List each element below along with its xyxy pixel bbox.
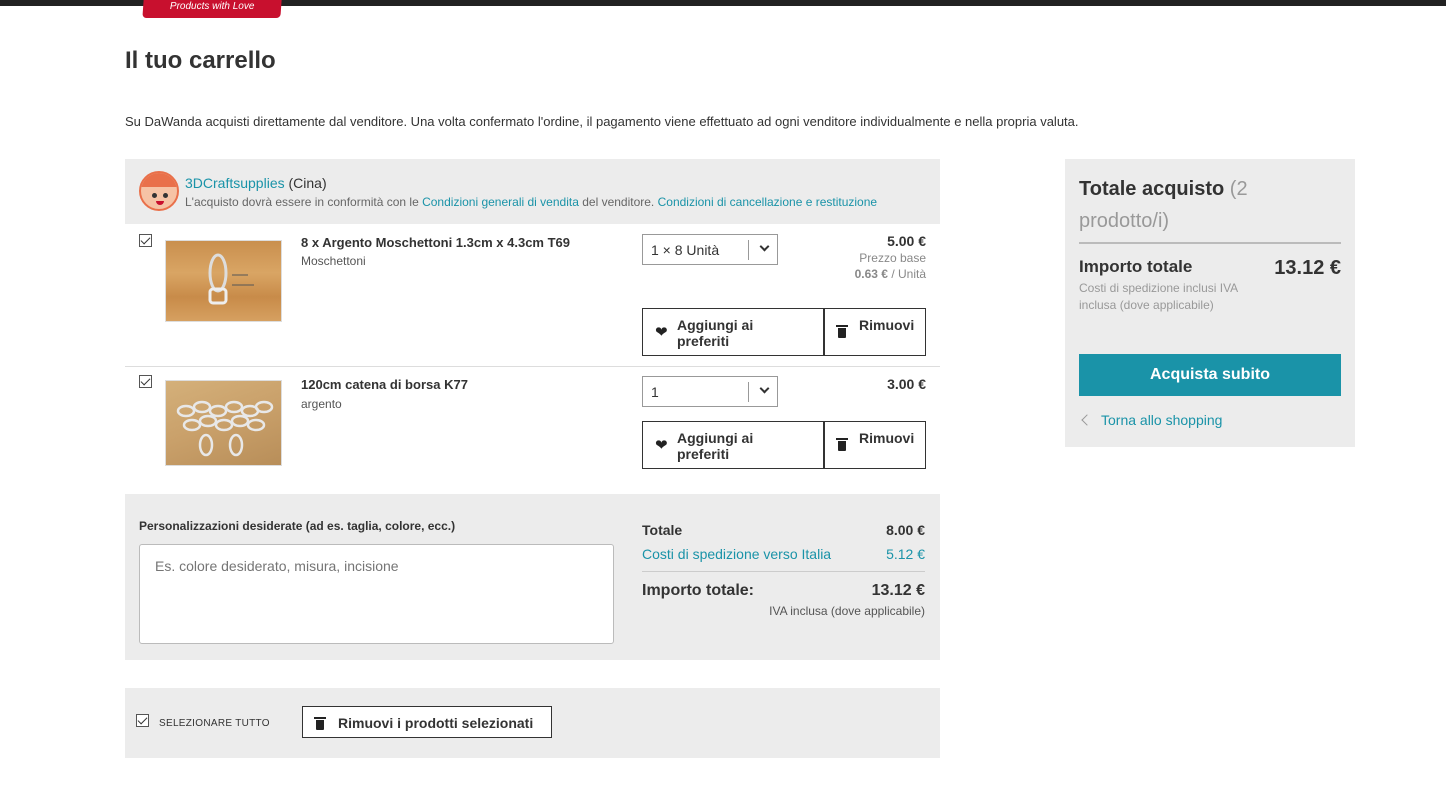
customization-panel: Personalizzazioni desiderate (ad es. tag… (125, 494, 940, 660)
product-image[interactable] (165, 240, 282, 322)
customization-label: Personalizzazioni desiderate (ad es. tag… (139, 519, 456, 533)
chevron-down-icon (759, 383, 770, 394)
cart-item: 8 x Argento Moschettoni 1.3cm x 4.3cm T6… (125, 224, 940, 367)
quantity-value: 1 × 8 Unità (651, 242, 720, 258)
customization-textarea[interactable] (139, 544, 614, 644)
product-title[interactable]: 120cm catena di borsa K77 (301, 377, 468, 392)
logo-tagline: Products with Love (169, 1, 255, 12)
quantity-value: 1 (651, 384, 659, 400)
remove-button[interactable]: Rimuovi (824, 308, 926, 356)
quantity-select[interactable]: 1 × 8 Unità (642, 234, 778, 265)
page-title: Il tuo carrello (125, 47, 276, 74)
seller-name-line: 3DCraftsupplies (Cina) (185, 175, 327, 191)
seller-country: (Cina) (288, 175, 327, 191)
item-price: 3.00 € (887, 376, 926, 392)
seller-avatar[interactable] (139, 171, 179, 211)
item-price: 5.00 € (887, 233, 926, 249)
remove-button[interactable]: Rimuovi (824, 421, 926, 469)
base-price-label: Prezzo base (859, 251, 926, 265)
back-to-shopping-link[interactable]: Torna allo shopping (1079, 412, 1222, 428)
add-to-favorites-button[interactable]: ❤ Aggiungi ai preferiti (642, 308, 824, 356)
summary-note: Costi di spedizione inclusi IVA inclusa … (1079, 281, 1238, 312)
product-subtitle: Moschettoni (301, 254, 366, 268)
remove-selected-button[interactable]: Rimuovi i prodotti selezionati (302, 706, 552, 738)
select-all-label[interactable]: SELEZIONARE TUTTO (159, 718, 270, 729)
trash-icon (836, 438, 848, 451)
buy-now-button[interactable]: Acquista subito (1079, 354, 1341, 396)
select-all-checkbox[interactable] (136, 714, 149, 727)
carabiner-illustration (208, 253, 254, 305)
seller-header: 3DCraftsupplies (Cina) L'acquisto dovrà … (125, 159, 940, 224)
vat-note: IVA inclusa (dove applicabile) (769, 604, 925, 618)
total-amount-label: Importo totale (1079, 257, 1193, 276)
chevron-down-icon (759, 241, 770, 252)
item-checkbox[interactable] (139, 234, 152, 247)
chain-illustration (176, 400, 274, 457)
product-subtitle: argento (301, 397, 342, 411)
chevron-left-icon (1081, 414, 1093, 426)
trash-icon (836, 325, 848, 338)
item-checkbox[interactable] (139, 375, 152, 388)
unit-price: 0.63 € / Unità (854, 267, 926, 281)
cart-item: 120cm catena di borsa K77 argento 1 3.00… (125, 368, 940, 480)
bulk-actions-bar: SELEZIONARE TUTTO Rimuovi i prodotti sel… (125, 688, 940, 758)
divider (642, 571, 925, 572)
seller-name-link[interactable]: 3DCraftsupplies (185, 175, 285, 191)
quantity-select[interactable]: 1 (642, 376, 778, 407)
heart-icon: ❤ (655, 437, 668, 454)
total-amount-value: 13.12 € (1274, 257, 1341, 279)
trash-icon (314, 717, 326, 730)
terms-link[interactable]: Condizioni generali di vendita (422, 195, 579, 209)
product-image[interactable] (165, 380, 282, 466)
add-to-favorites-button[interactable]: ❤ Aggiungi ai preferiti (642, 421, 824, 469)
summary-title: Totale acquisto (2 prodotto/i) (1079, 178, 1248, 232)
dawanda-logo[interactable]: Products with Love (142, 0, 282, 18)
product-title[interactable]: 8 x Argento Moschettoni 1.3cm x 4.3cm T6… (301, 235, 570, 250)
shipping-link[interactable]: Costi di spedizione verso Italia (642, 546, 831, 562)
intro-text: Su DaWanda acquisti direttamente dal ven… (125, 114, 1079, 129)
seller-terms: L'acquisto dovrà essere in conformità co… (185, 195, 878, 209)
order-summary: Totale acquisto (2 prodotto/i) Importo t… (1065, 159, 1355, 447)
cancellation-link[interactable]: Condizioni di cancellazione e restituzio… (658, 195, 877, 209)
heart-icon: ❤ (655, 324, 668, 341)
divider (1079, 242, 1341, 244)
